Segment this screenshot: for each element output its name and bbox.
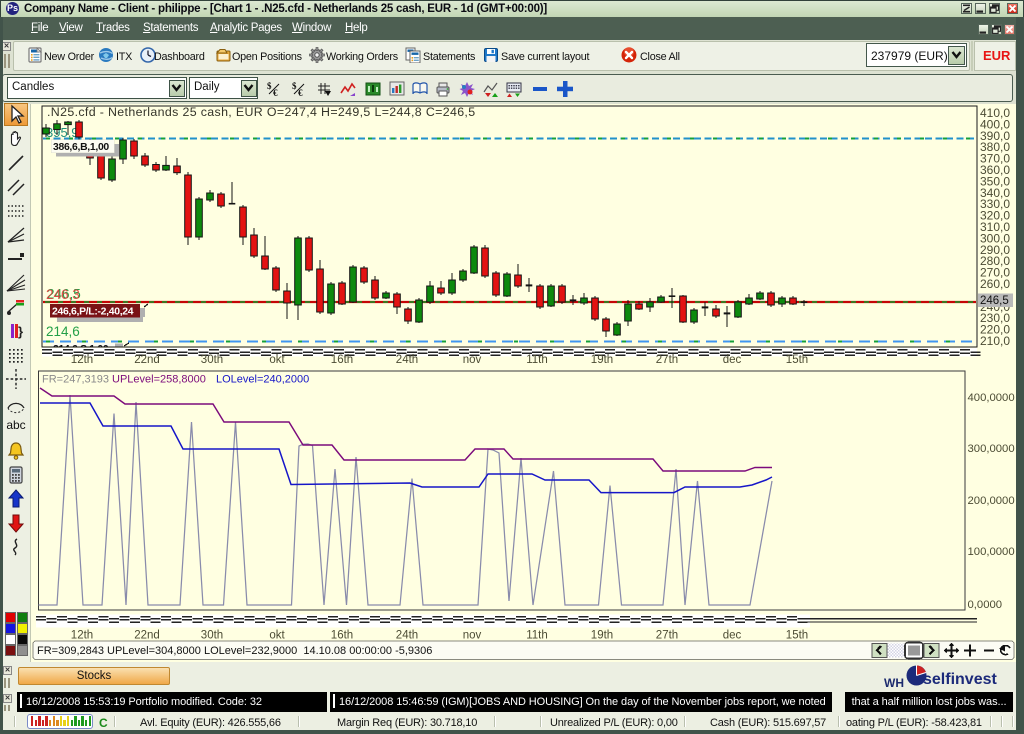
svg-text:15th: 15th: [786, 354, 808, 366]
svg-text:19th: 19th: [591, 354, 613, 366]
svg-text:}: }: [18, 324, 23, 339]
svg-text:30th: 30th: [201, 354, 223, 366]
svg-text:11th: 11th: [526, 354, 548, 366]
svg-text:FR=309,2843 UPLevel=304,8000 L: FR=309,2843 UPLevel=304,8000 LOLevel=232…: [37, 645, 432, 657]
svg-text:400,0000: 400,0000: [968, 392, 1015, 404]
svg-text:nov: nov: [463, 630, 482, 642]
svg-text:UPLevel=258,8000: UPLevel=258,8000: [112, 374, 206, 386]
svg-text:$: $: [267, 81, 272, 91]
svg-text:19th: 19th: [591, 630, 613, 642]
svg-text:11th: 11th: [526, 630, 548, 642]
svg-text:FR=247,3193: FR=247,3193: [42, 374, 109, 386]
svg-text:214,6: 214,6: [46, 324, 80, 339]
svg-text:27th: 27th: [656, 354, 678, 366]
svg-text:0,0000: 0,0000: [968, 599, 1003, 611]
svg-text:246,3: 246,3: [46, 287, 80, 302]
svg-text:27th: 27th: [656, 630, 678, 642]
svg-text:395,9: 395,9: [46, 125, 79, 140]
svg-text:300,0000: 300,0000: [968, 443, 1015, 455]
svg-text:€: €: [273, 88, 278, 97]
svg-text:260,0: 260,0: [980, 277, 1010, 291]
svg-text:$: $: [292, 81, 297, 91]
svg-text:200,0000: 200,0000: [968, 495, 1015, 507]
svg-text:30th: 30th: [201, 630, 223, 642]
svg-text:nov: nov: [463, 354, 482, 366]
svg-text:12th: 12th: [71, 630, 93, 642]
svg-text:24th: 24th: [396, 354, 418, 366]
svg-text:.N25.cfd - Netherlands 25 cash: .N25.cfd - Netherlands 25 cash, EUR O=24…: [47, 105, 475, 119]
svg-text:dec: dec: [723, 630, 742, 642]
svg-text:LOLevel=240,2000: LOLevel=240,2000: [216, 374, 309, 386]
svg-text:16th: 16th: [331, 630, 353, 642]
svg-text:22nd: 22nd: [134, 354, 160, 366]
svg-text:dec: dec: [723, 354, 742, 366]
svg-text:246,5: 246,5: [980, 295, 1009, 307]
svg-text:15th: 15th: [786, 630, 808, 642]
svg-text:246,6,P/L:-2,40,24: 246,6,P/L:-2,40,24: [52, 307, 134, 318]
svg-text:22nd: 22nd: [134, 630, 160, 642]
svg-text:okt: okt: [269, 630, 285, 642]
svg-text:12th: 12th: [71, 354, 93, 366]
svg-text:okt: okt: [269, 354, 285, 366]
svg-text:210,0: 210,0: [980, 334, 1010, 348]
svg-text:100,0000: 100,0000: [968, 546, 1015, 558]
svg-text:16th: 16th: [331, 354, 353, 366]
svg-text:386,6,B,1,00: 386,6,B,1,00: [53, 142, 109, 153]
svg-text:24th: 24th: [396, 630, 418, 642]
svg-text:€: €: [298, 88, 303, 97]
